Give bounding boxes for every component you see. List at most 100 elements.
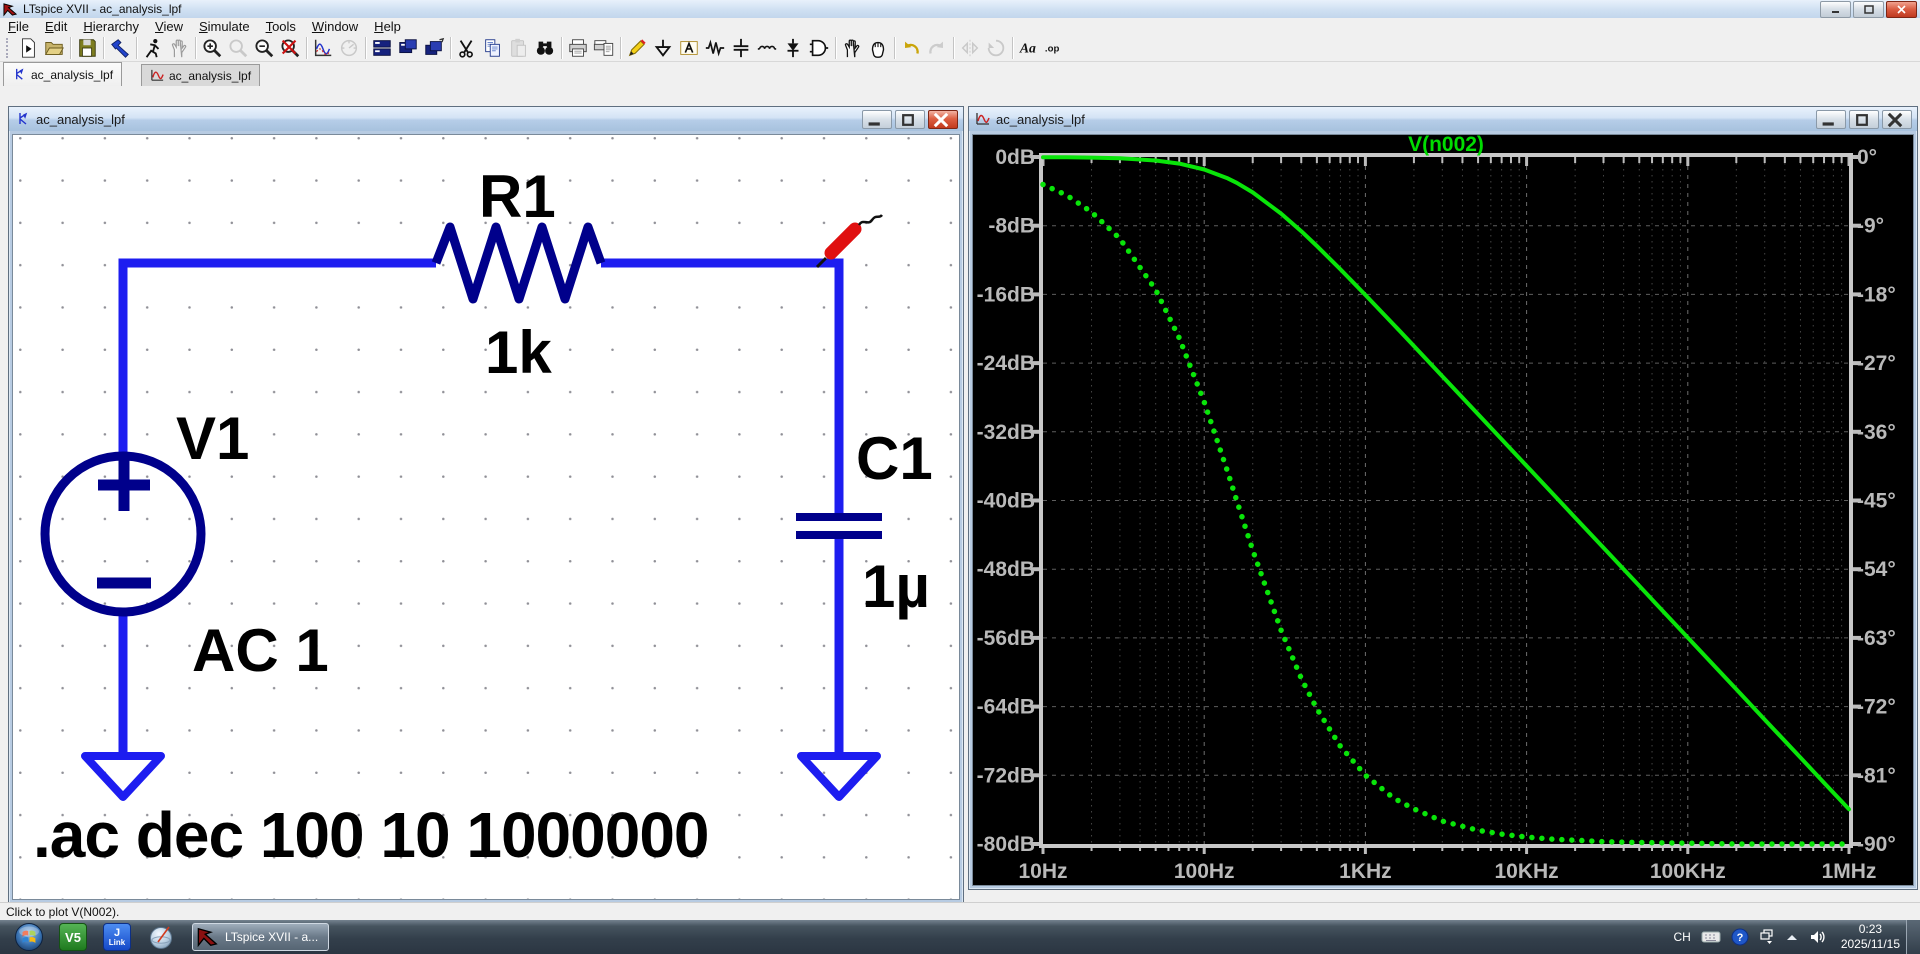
- copy-icon: [482, 37, 504, 59]
- open-button[interactable]: [41, 35, 67, 61]
- resistor-button[interactable]: [702, 35, 728, 61]
- clock[interactable]: 0:23 2025/11/15: [1841, 922, 1900, 952]
- spice-directive-text[interactable]: .ac dec 100 10 1000000: [33, 799, 709, 871]
- menu-bar: FileEditHierarchyViewSimulateToolsWindow…: [0, 18, 1920, 34]
- schematic-canvas[interactable]: R1 1k C1 1µ V1 AC 1 .ac dec 100 10 10000…: [12, 134, 960, 900]
- volume-icon[interactable]: [1809, 929, 1827, 945]
- schematic-minimize-button[interactable]: [862, 110, 892, 129]
- spice-directive-button[interactable]: .op: [1042, 35, 1068, 61]
- menu-tools[interactable]: Tools: [258, 19, 304, 34]
- window-tray-icon[interactable]: [1759, 929, 1775, 945]
- drag-icon: [867, 37, 889, 59]
- inductor-button[interactable]: [754, 35, 780, 61]
- plot-window-titlebar[interactable]: ac_analysis_lpf: [969, 107, 1917, 131]
- toolbar-grip: [6, 38, 11, 58]
- uvision-launcher[interactable]: V5: [58, 922, 88, 952]
- schematic-restore-button[interactable]: [895, 110, 925, 129]
- schematic-icon: [12, 67, 27, 82]
- tile-horizontal-button[interactable]: [369, 35, 395, 61]
- autorange-y-button[interactable]: [310, 35, 336, 61]
- plot-canvas[interactable]: 0dB-8dB-16dB-24dB-32dB-40dB-48dB-56dB-64…: [972, 134, 1914, 886]
- ground-button[interactable]: [650, 35, 676, 61]
- zoom-full-extents-button[interactable]: [277, 35, 303, 61]
- minimize-button[interactable]: [1820, 1, 1851, 18]
- zoom-back-icon: [227, 37, 249, 59]
- drag-button[interactable]: [865, 35, 891, 61]
- mdi-area: ac_analysis_lpf: [0, 86, 1920, 902]
- x-axis-tick-label: 1KHz: [1339, 860, 1392, 883]
- y-left-tick-label: -24dB: [977, 352, 1035, 375]
- print-button[interactable]: [565, 35, 591, 61]
- status-text: Click to plot V(N002).: [6, 905, 119, 919]
- help-tray-icon[interactable]: ?: [1731, 928, 1749, 946]
- toolbar-separator: [103, 37, 104, 59]
- schematic-close-button[interactable]: [928, 110, 958, 129]
- show-desktop-button[interactable]: [1906, 920, 1920, 954]
- paste-icon: [508, 37, 530, 59]
- menu-edit[interactable]: Edit: [37, 19, 75, 34]
- text-button[interactable]: Aa: [1016, 35, 1042, 61]
- zoom-in-button[interactable]: [199, 35, 225, 61]
- schematic-window-titlebar[interactable]: ac_analysis_lpf: [9, 107, 963, 131]
- capacitor-button[interactable]: [728, 35, 754, 61]
- new-schematic-icon: [17, 37, 39, 59]
- close-button[interactable]: [1886, 1, 1917, 18]
- zoom-out-button[interactable]: [251, 35, 277, 61]
- jlink-launcher[interactable]: J Link: [102, 922, 132, 952]
- new-schematic-button[interactable]: [15, 35, 41, 61]
- y-left-tick-label: -56dB: [977, 627, 1035, 650]
- toolbar-separator: [450, 37, 451, 59]
- tab-ac_analysis_lpf-2[interactable]: ac_analysis_lpf: [141, 64, 260, 86]
- capacitor-value-label[interactable]: 1µ: [862, 553, 930, 620]
- control-panel-button[interactable]: [107, 35, 133, 61]
- resistor-ref-label[interactable]: R1: [479, 163, 556, 230]
- plot-close-button[interactable]: [1882, 110, 1912, 129]
- tab-ac_analysis_lpf-1[interactable]: ac_analysis_lpf: [3, 62, 122, 86]
- magnitude-trace[interactable]: [1043, 157, 1849, 809]
- source-value-label[interactable]: AC 1: [192, 617, 329, 684]
- copy-button[interactable]: [480, 35, 506, 61]
- source-ref-label[interactable]: V1: [176, 405, 249, 472]
- toolbar-separator: [136, 37, 137, 59]
- capacitor-icon: [730, 37, 752, 59]
- menu-window[interactable]: Window: [304, 19, 366, 34]
- find-button[interactable]: [532, 35, 558, 61]
- toolbar-separator: [365, 37, 366, 59]
- tab-bar: ac_analysis_lpf ac_analysis_lpf: [0, 62, 1920, 87]
- start-button[interactable]: [14, 922, 44, 952]
- schematic-window: ac_analysis_lpf: [8, 106, 964, 904]
- show-hidden-icons[interactable]: [1785, 932, 1799, 942]
- cut-button[interactable]: [454, 35, 480, 61]
- move-icon: [841, 37, 863, 59]
- language-indicator[interactable]: CH: [1673, 930, 1690, 944]
- status-bar: Click to plot V(N002).: [0, 902, 1920, 920]
- move-button[interactable]: [839, 35, 865, 61]
- phase-trace[interactable]: [1043, 185, 1849, 845]
- plot-restore-button[interactable]: [1849, 110, 1879, 129]
- tile-vertical-button[interactable]: [395, 35, 421, 61]
- save-button[interactable]: [74, 35, 100, 61]
- label-net-button[interactable]: [676, 35, 702, 61]
- run-button[interactable]: [140, 35, 166, 61]
- menu-help[interactable]: Help: [366, 19, 409, 34]
- component-button[interactable]: [806, 35, 832, 61]
- menu-view[interactable]: View: [147, 19, 191, 34]
- plot-minimize-button[interactable]: [1816, 110, 1846, 129]
- print-preview-button[interactable]: [591, 35, 617, 61]
- resistor-value-label[interactable]: 1k: [485, 319, 552, 386]
- toolbar-separator: [835, 37, 836, 59]
- capacitor-ref-label[interactable]: C1: [856, 425, 933, 492]
- sphere-launcher[interactable]: [146, 922, 176, 952]
- cascade-button[interactable]: [421, 35, 447, 61]
- maximize-button[interactable]: [1853, 1, 1884, 18]
- keyboard-icon[interactable]: [1701, 930, 1721, 944]
- component-icon: [808, 37, 830, 59]
- menu-hierarchy[interactable]: Hierarchy: [75, 19, 147, 34]
- y-right-tick-label: -81°: [1857, 764, 1896, 787]
- wire-button[interactable]: [624, 35, 650, 61]
- undo-button[interactable]: [898, 35, 924, 61]
- menu-file[interactable]: File: [0, 19, 37, 34]
- diode-button[interactable]: [780, 35, 806, 61]
- taskbar-app-button[interactable]: LTspice XVII - a...: [192, 923, 329, 951]
- menu-simulate[interactable]: Simulate: [191, 19, 258, 34]
